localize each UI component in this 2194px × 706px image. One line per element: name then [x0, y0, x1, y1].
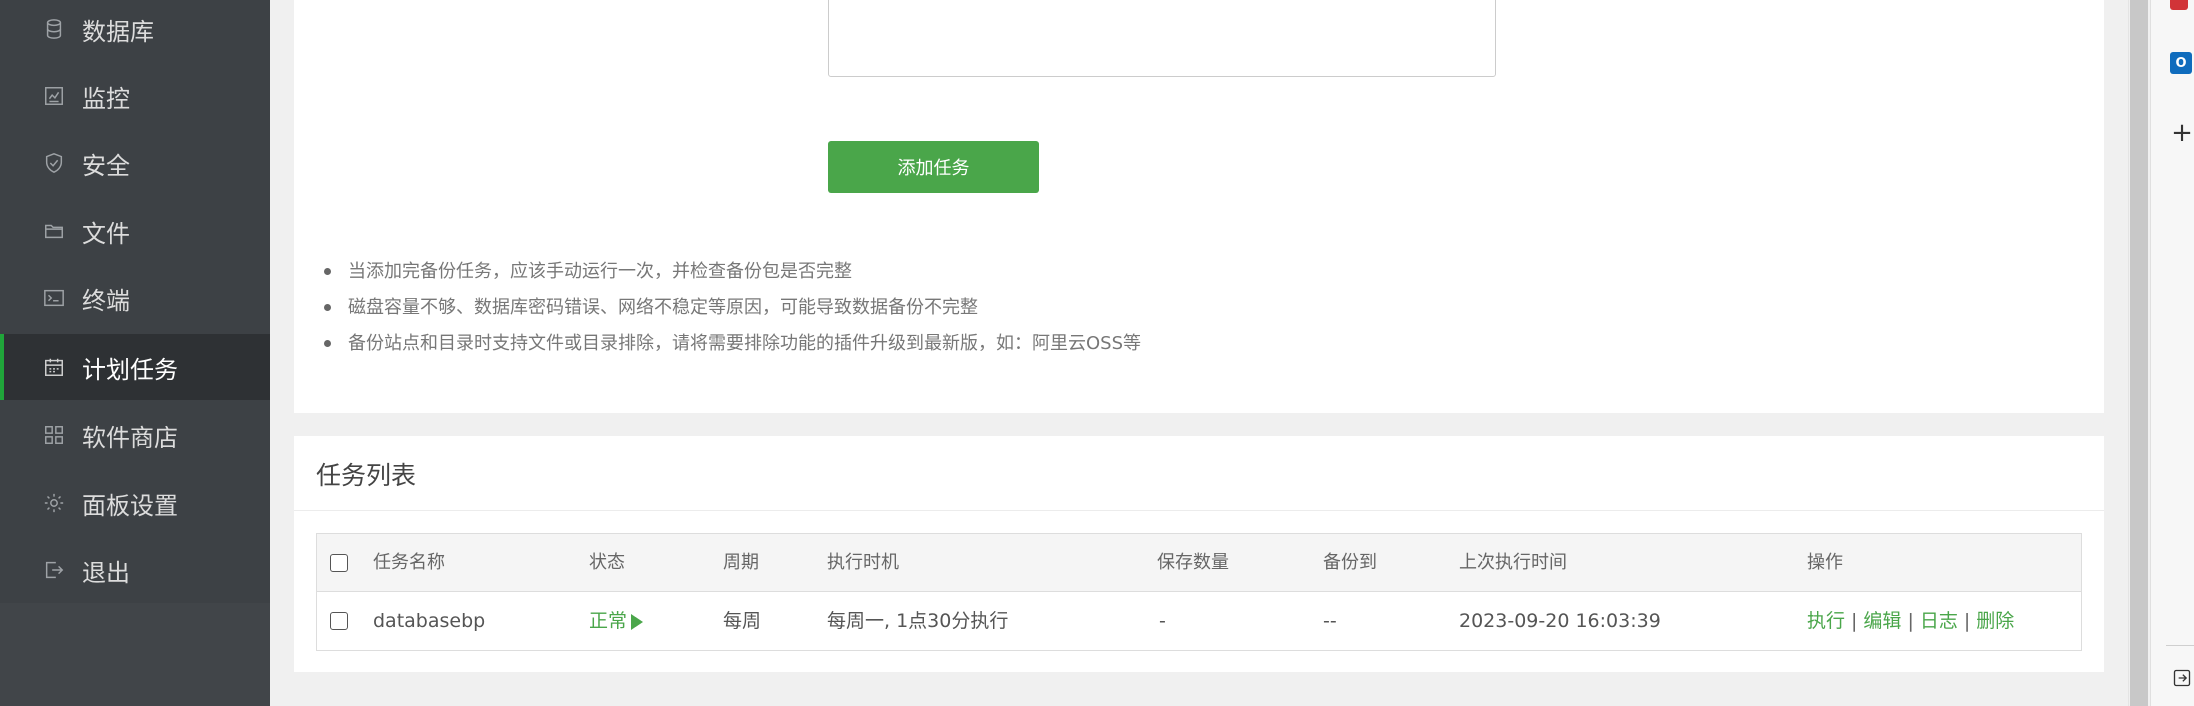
- divider: [294, 510, 2104, 511]
- run-task-link[interactable]: 执行: [1807, 610, 1845, 632]
- tips-list: 当添加完备份任务，应该手动运行一次，并检查备份包是否完整 磁盘容量不够、数据库密…: [320, 258, 1141, 366]
- task-name: databasebp: [373, 610, 486, 632]
- tip-text: 磁盘容量不够、数据库密码错误、网络不稳定等原因，可能导致数据备份不完整: [348, 297, 978, 318]
- sidebar-item-label: 退出: [82, 558, 130, 587]
- sidebar-item-label: 数据库: [82, 17, 154, 46]
- gear-icon: [42, 491, 66, 515]
- tip-item: 磁盘容量不够、数据库密码错误、网络不稳定等原因，可能导致数据备份不完整: [320, 294, 1141, 330]
- column-header-exec-time[interactable]: 执行时机: [827, 534, 899, 592]
- calendar-icon: [42, 355, 66, 379]
- sidebar-item-label: 监控: [82, 84, 130, 113]
- sidebar-item-scheduled-tasks[interactable]: 计划任务: [0, 334, 270, 400]
- sidebar-item-label: 计划任务: [82, 355, 178, 384]
- page-scrollbar[interactable]: [2130, 0, 2148, 706]
- bullet-dot: [324, 340, 331, 347]
- sidebar-footer-area: [0, 603, 270, 706]
- add-icon[interactable]: +: [2170, 120, 2194, 146]
- play-icon: [631, 613, 644, 630]
- sidebar-item-label: 终端: [82, 286, 130, 315]
- sidebar-item-label: 软件商店: [82, 423, 178, 452]
- column-header-name[interactable]: 任务名称: [373, 534, 445, 592]
- column-header-backup-to[interactable]: 备份到: [1323, 534, 1377, 592]
- folder-icon: [42, 219, 66, 243]
- task-period: 每周: [723, 610, 762, 632]
- bullet-dot: [324, 268, 331, 275]
- office-app-icon[interactable]: [2170, 0, 2188, 10]
- task-last-run: 2023-09-20 16:03:39: [1459, 610, 1661, 632]
- sidebar-item-security[interactable]: 安全: [0, 130, 270, 196]
- sidebar-item-panel-settings[interactable]: 面板设置: [0, 470, 270, 536]
- bullet-dot: [324, 304, 331, 311]
- column-header-status[interactable]: 状态: [589, 534, 625, 592]
- select-all-checkbox[interactable]: [330, 554, 348, 572]
- tip-item: 当添加完备份任务，应该手动运行一次，并检查备份包是否完整: [320, 258, 1141, 294]
- divider: [2166, 645, 2194, 646]
- edit-task-link[interactable]: 编辑: [1863, 610, 1901, 632]
- task-list-card: 任务列表 任务名称 状态 周期 执行时机 保存数量 备份到 上次执行时间 操作 …: [294, 436, 2104, 672]
- status-text: 正常: [589, 610, 628, 632]
- column-header-keep-count[interactable]: 保存数量: [1157, 534, 1229, 592]
- task-exec-time: 每周一, 1点30分执行: [827, 610, 1009, 632]
- monitor-icon: [42, 84, 66, 108]
- row-checkbox[interactable]: [330, 612, 348, 630]
- view-log-link[interactable]: 日志: [1920, 610, 1958, 632]
- sidebar-item-database[interactable]: 数据库: [0, 0, 270, 62]
- sidebar-item-label: 安全: [82, 151, 130, 180]
- column-header-actions: 操作: [1807, 552, 1843, 573]
- tip-text: 备份站点和目录时支持文件或目录排除，请将需要排除功能的插件升级到最新版，如：阿里…: [348, 333, 1142, 354]
- sidebar-item-terminal[interactable]: 终端: [0, 265, 270, 331]
- logout-icon: [42, 558, 66, 582]
- action-separator: |: [1963, 610, 1971, 632]
- column-header-period[interactable]: 周期: [723, 534, 759, 592]
- sidebar-item-app-store[interactable]: 软件商店: [0, 402, 270, 468]
- apps-grid-icon: [42, 423, 66, 447]
- table-row: databasebp 正常 每周 每周一, 1点30分执行 - -- 2023-…: [317, 592, 2081, 650]
- sidebar-item-monitor[interactable]: 监控: [0, 63, 270, 129]
- task-keep-count: -: [1159, 610, 1166, 632]
- action-separator: |: [1907, 610, 1914, 632]
- table-header: 任务名称 状态 周期 执行时机 保存数量 备份到 上次执行时间 操作: [317, 534, 2081, 592]
- tip-text: 当添加完备份任务，应该手动运行一次，并检查备份包是否完整: [348, 261, 852, 282]
- shield-icon: [42, 151, 66, 175]
- task-actions: 执行 | 编辑 | 日志 | 删除: [1807, 592, 2014, 650]
- task-list-title: 任务列表: [316, 461, 417, 490]
- action-separator: |: [1851, 610, 1858, 632]
- sidebar-menu: 数据库 监控 安全 文件 终端 计划任务 软件商店 面板设置 退出: [0, 0, 270, 603]
- database-icon: [42, 17, 66, 41]
- tip-item: 备份站点和目录时支持文件或目录排除，请将需要排除功能的插件升级到最新版，如：阿里…: [320, 330, 1141, 366]
- column-header-last-run[interactable]: 上次执行时间: [1459, 534, 1567, 592]
- task-backup-to: --: [1323, 610, 1337, 632]
- outlook-icon[interactable]: O: [2170, 52, 2192, 74]
- sidebar-item-logout[interactable]: 退出: [0, 537, 270, 603]
- task-table: 任务名称 状态 周期 执行时机 保存数量 备份到 上次执行时间 操作 datab…: [316, 533, 2082, 651]
- terminal-icon: [42, 286, 66, 310]
- sidebar-item-files[interactable]: 文件: [0, 198, 270, 264]
- sidebar-item-label: 面板设置: [82, 491, 178, 520]
- sidebar-item-label: 文件: [82, 219, 130, 248]
- sidebar: 数据库 监控 安全 文件 终端 计划任务 软件商店 面板设置 退出: [0, 0, 270, 706]
- task-status[interactable]: 正常: [589, 592, 644, 650]
- hide-sidebar-icon[interactable]: [2170, 666, 2194, 690]
- script-content-textarea[interactable]: [828, 0, 1496, 77]
- add-task-button[interactable]: 添加任务: [828, 141, 1039, 193]
- delete-task-link[interactable]: 删除: [1976, 610, 2014, 632]
- browser-sidebar: [2150, 0, 2194, 706]
